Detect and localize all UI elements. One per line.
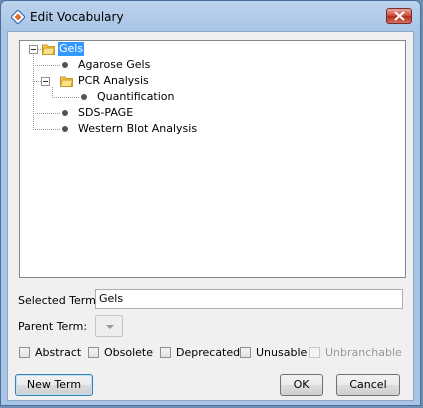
tree-item-label: Agarose Gels [78,58,151,71]
checkbox-box[interactable] [88,347,99,358]
leaf-node-icon [81,94,87,100]
parent-term-dropdown[interactable] [95,315,123,337]
java-app-icon [11,10,25,24]
checkbox-box [309,347,320,358]
window-title: Edit Vocabulary [30,10,124,24]
cancel-button[interactable]: Cancel [336,374,400,396]
tree-item-label: SDS-PAGE [78,106,134,119]
leaf-node-icon [62,62,68,68]
checkbox-label: Unusable [256,346,308,359]
new-term-button[interactable]: New Term [15,374,93,396]
collapse-toggle-pcr-analysis[interactable] [41,77,50,86]
checkbox-label: Abstract [35,346,82,359]
leaf-node-icon [62,126,68,132]
checkbox-box[interactable] [19,347,30,358]
title-bar[interactable]: Edit Vocabulary [1,1,420,33]
checkbox-label: Deprecated [176,346,241,359]
tree-connector [33,113,60,114]
vocabulary-tree[interactable]: Gels Agarose Gels PCR Analysis Quantific… [19,40,406,278]
checkbox-box[interactable] [240,347,251,358]
tree-item-label: PCR Analysis [78,74,149,87]
dialog-window: Edit Vocabulary Gels Agarose Gels PCR An… [0,0,421,406]
checkbox-label: Unbranchable [325,346,402,359]
tree-connector [33,81,41,82]
parent-term-label: Parent Term: [18,320,88,333]
selected-term-label: Selected Term: [18,294,100,307]
checkbox-label: Obsolete [104,346,154,359]
tree-item-label: Western Blot Analysis [78,122,198,135]
close-icon [394,11,405,21]
tree-item-label: Quantification [97,90,175,103]
tree-connector [52,97,79,98]
selected-term-input[interactable]: Gels [95,289,403,309]
leaf-node-icon [62,110,68,116]
checkbox-box[interactable] [160,347,171,358]
dialog-content: Gels Agarose Gels PCR Analysis Quantific… [7,31,414,401]
tree-connector [33,65,60,66]
tree-connector [33,55,34,130]
folder-open-icon [60,76,73,87]
close-button[interactable] [386,8,412,24]
collapse-toggle-gels[interactable] [29,45,38,54]
tree-connector [33,129,60,130]
ok-button[interactable]: OK [280,374,323,396]
folder-open-icon [42,44,55,55]
tree-item-label: Gels [56,41,86,57]
